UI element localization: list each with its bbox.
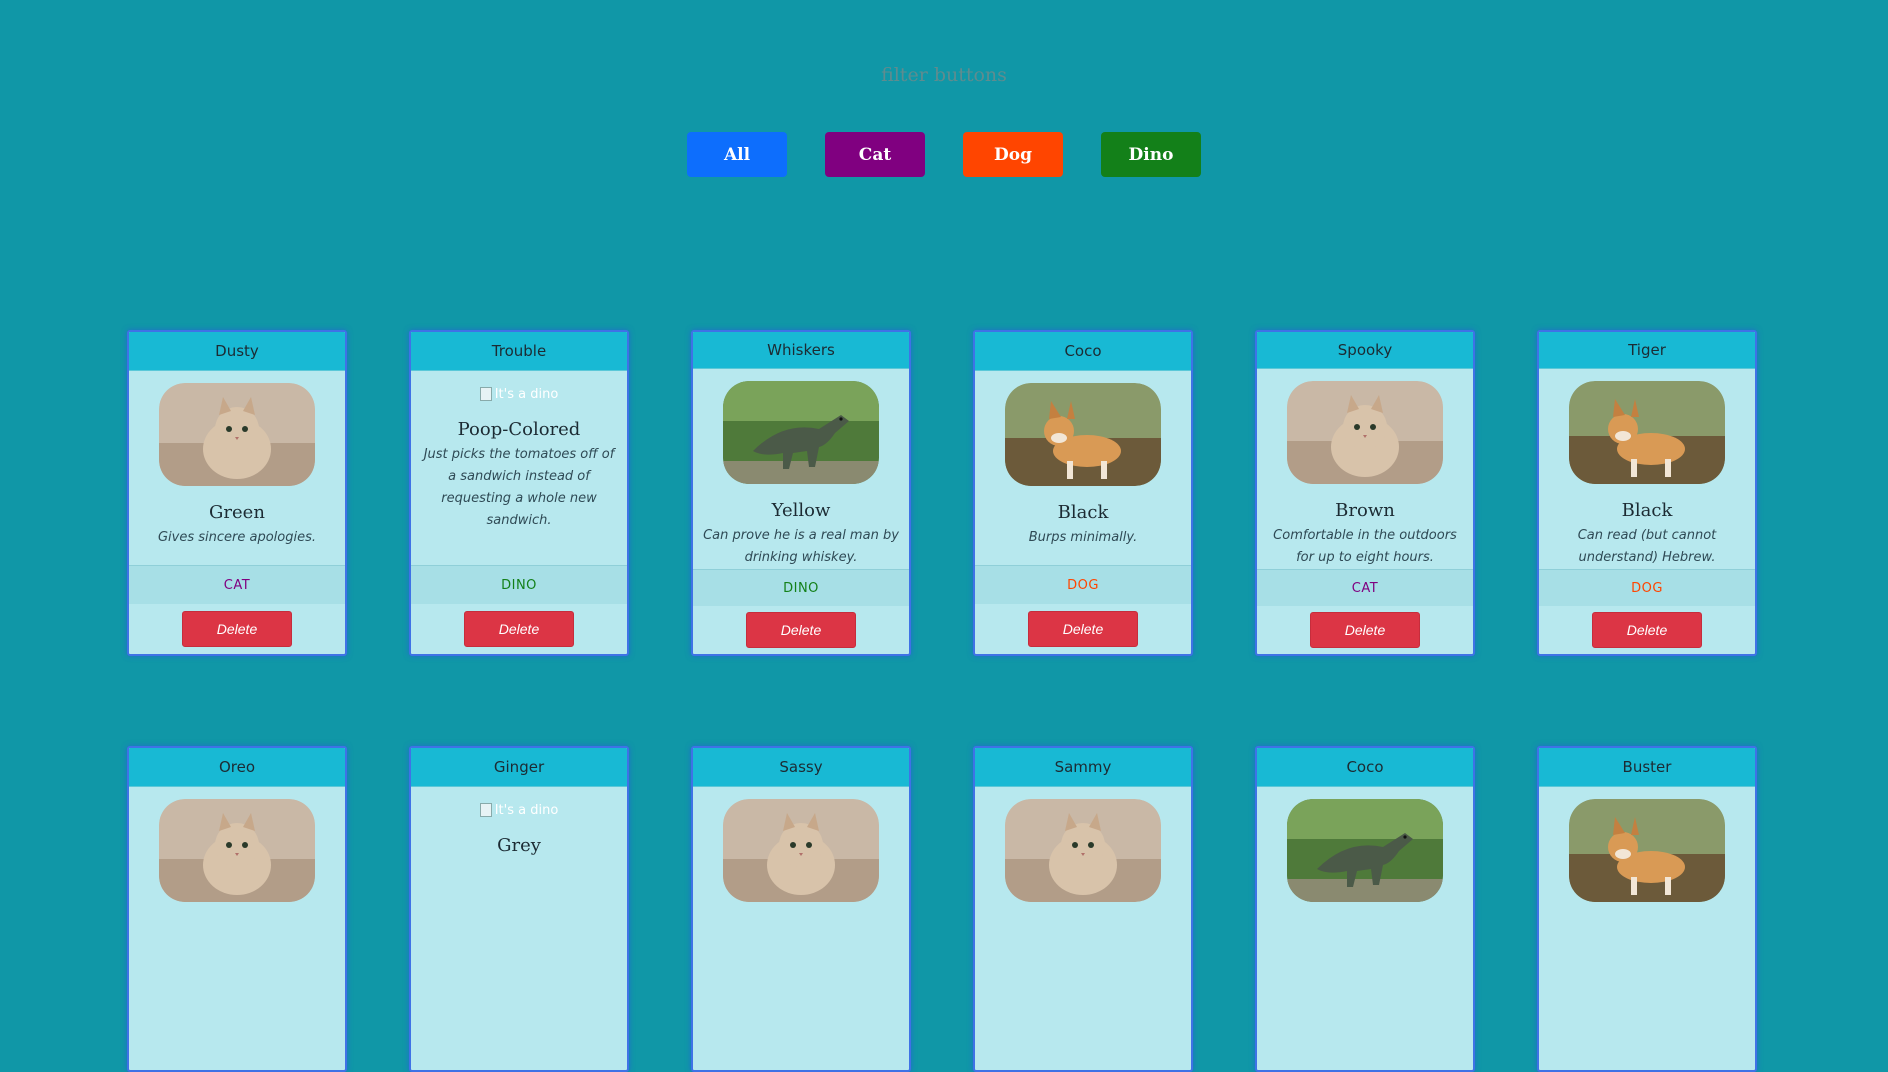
filter-dino-button[interactable]: Dino [1101,132,1201,177]
pet-name: Sassy [693,748,909,787]
delete-button[interactable]: Delete [746,612,856,649]
card-body: Black Can read (but cannot understand) He… [1539,369,1755,569]
card-body [129,787,345,1070]
pet-image [1569,381,1725,485]
pet-color: Black [1621,500,1673,522]
image-alt-text: It's a dino [494,386,559,402]
pet-card: Trouble It's a dino Poop-Colored Just picks… [409,330,629,656]
delete-button[interactable]: Delete [1592,612,1702,649]
broken-image: It's a dino [421,799,617,821]
pet-card: Ginger It's a dino Grey [409,746,629,1072]
pet-card: Buster [1537,746,1757,1072]
filter-heading: filter buttons [881,64,1007,86]
pet-special-skill: Just picks the tomatoes off of a sandwic… [423,447,615,528]
card-body [1539,787,1755,1070]
pet-color: Grey [497,835,541,856]
pet-name: Whiskers [693,332,909,370]
pet-card: Tiger Black Can read (but cannot understa… [1537,330,1757,656]
card-footer: Delete [1257,606,1473,654]
pet-image [723,799,879,902]
card-body [693,787,909,1070]
pet-card-grid: Dusty Green Gives sincere apologies. CAT De… [127,330,1767,1072]
pet-special-skill: Burps minimally. [1028,530,1138,545]
pet-special-skill: Can read (but cannot understand) Hebrew. [1577,528,1717,566]
card-body [1257,787,1473,1070]
pet-image [1287,381,1443,485]
card-body [975,787,1191,1070]
pet-image [1005,799,1161,902]
pet-name: Dusty [129,332,345,371]
pet-name: Buster [1539,748,1755,787]
pet-name: Ginger [411,748,627,787]
card-body: Brown Comfortable in the outdoors for up … [1257,369,1473,569]
pet-card: Whiskers Yellow Can prove he is a real ma… [691,330,911,656]
card-footer: Delete [1539,606,1755,654]
delete-button[interactable]: Delete [1028,611,1138,647]
card-footer: Delete [411,604,627,654]
card-body: Green Gives sincere apologies. [129,371,345,565]
delete-button[interactable]: Delete [182,611,292,647]
pet-card: Dusty Green Gives sincere apologies. CAT De… [127,330,347,656]
pet-special-skill: Gives sincere apologies. [157,530,317,545]
pet-name: Tiger [1539,332,1755,370]
card-footer: Delete [693,606,909,654]
pet-name: Sammy [975,748,1191,787]
pet-name: Coco [975,332,1191,371]
pet-color: Brown [1335,500,1395,522]
pet-name: Oreo [129,748,345,787]
card-footer: Delete [975,604,1191,654]
pet-card: Sassy [691,746,911,1072]
pet-image [1005,383,1161,486]
pet-type: CAT [1257,569,1473,607]
filter-dog-button[interactable]: Dog [963,132,1063,177]
broken-image: It's a dino [421,383,617,405]
card-body: It's a dino Grey [411,787,627,1070]
pet-type: DINO [411,565,627,604]
pet-color: Poop-Colored [457,419,581,440]
pet-image [1287,799,1443,902]
pet-card: Sammy [973,746,1193,1072]
image-alt-text: It's a dino [494,802,559,818]
filter-button-row: All Cat Dog Dino [0,132,1888,177]
pet-image [723,381,879,485]
pet-color: Yellow [771,500,831,522]
pet-type: DOG [975,565,1191,604]
delete-button[interactable]: Delete [464,611,574,647]
pet-card: Coco [1255,746,1475,1072]
pet-type: DOG [1539,569,1755,607]
broken-image-icon [479,803,492,817]
pet-image [1569,799,1725,902]
pet-type: CAT [129,565,345,604]
card-body: Yellow Can prove he is a real man by drin… [693,369,909,569]
pet-card: Spooky Brown Comfortable in the outdoors … [1255,330,1475,656]
pet-image [159,799,315,902]
filter-cat-button[interactable]: Cat [825,132,925,177]
pet-special-skill: Comfortable in the outdoors for up to ei… [1273,528,1457,566]
delete-button[interactable]: Delete [1310,612,1420,649]
pet-color: Green [209,502,265,523]
pet-name: Trouble [411,332,627,371]
pet-card: Oreo [127,746,347,1072]
pet-special-skill: Can prove he is a real man by drinking w… [703,528,899,566]
pet-image [159,383,315,486]
broken-image-icon [479,387,492,401]
pet-type: DINO [693,569,909,607]
pet-name: Coco [1257,748,1473,787]
card-body: Black Burps minimally. [975,371,1191,565]
filter-all-button[interactable]: All [687,132,787,177]
card-footer: Delete [129,604,345,654]
card-body: It's a dino Poop-Colored Just picks the to… [411,371,627,565]
pet-name: Spooky [1257,332,1473,370]
pet-color: Black [1057,502,1109,523]
pet-card: Coco Black Burps minimally. DOG Delete [973,330,1193,656]
